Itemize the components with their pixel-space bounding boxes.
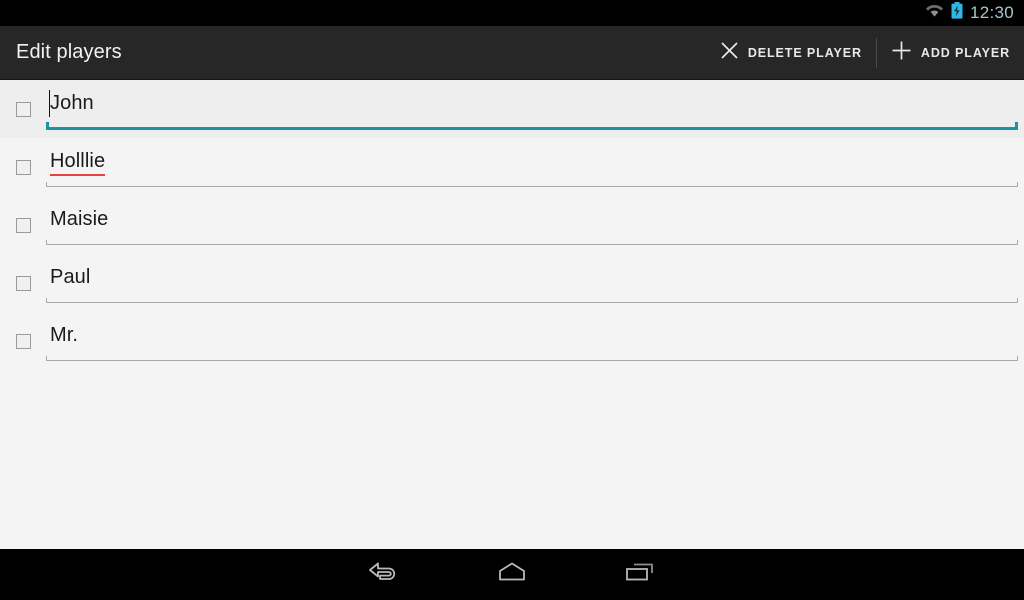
delete-player-label: DELETE PLAYER [747, 45, 862, 60]
underline-tick-right [1017, 356, 1018, 361]
player-name-input[interactable]: Mr. [46, 312, 1018, 370]
player-row[interactable]: Mr. [0, 312, 1024, 370]
home-icon [495, 560, 529, 589]
player-name-input[interactable]: Holllie [46, 138, 1018, 196]
status-icon-group: 12:30 [925, 2, 1014, 24]
checkbox-box [15, 101, 31, 117]
nav-recents-button[interactable] [598, 549, 682, 600]
player-name-value: John [50, 92, 94, 114]
underline-tick-right [1017, 298, 1018, 303]
checkbox-box [15, 159, 31, 175]
battery-charging-icon [951, 2, 963, 24]
underline-tick-right [1015, 122, 1018, 130]
player-select-checkbox[interactable] [0, 138, 46, 196]
page-title: Edit players [16, 41, 122, 63]
delete-player-button[interactable]: DELETE PLAYER [706, 26, 876, 80]
wifi-icon [925, 3, 944, 23]
player-name-value: Mr. [50, 324, 79, 346]
player-list: John Holllie Maisie Paul Mr. [0, 80, 1024, 549]
spellcheck-underline [50, 174, 105, 176]
underline-bar [46, 360, 1018, 361]
nav-back-button[interactable] [342, 549, 426, 600]
input-underline [46, 240, 1018, 245]
status-bar: 12:30 [0, 0, 1024, 26]
checkbox-box [15, 333, 31, 349]
android-tablet-screen: 12:30 Edit players DELETE PLAYER ADD PLA… [0, 0, 1024, 600]
player-row[interactable]: Maisie [0, 196, 1024, 254]
input-underline [46, 182, 1018, 187]
player-select-checkbox[interactable] [0, 80, 46, 138]
underline-bar [46, 244, 1018, 245]
underline-bar [46, 186, 1018, 187]
add-player-button[interactable]: ADD PLAYER [877, 26, 1024, 80]
plus-icon [891, 40, 912, 66]
nav-home-button[interactable] [470, 549, 554, 600]
player-select-checkbox[interactable] [0, 312, 46, 370]
player-name-input[interactable]: Maisie [46, 196, 1018, 254]
underline-bar [46, 302, 1018, 303]
navigation-bar [0, 549, 1024, 600]
underline-tick-right [1017, 182, 1018, 187]
player-name-value: Holllie [50, 150, 106, 172]
player-name-input[interactable]: Paul [46, 254, 1018, 312]
player-name-value: Paul [50, 266, 91, 288]
input-underline [46, 298, 1018, 303]
input-underline-focused [46, 122, 1018, 130]
player-row[interactable]: Paul [0, 254, 1024, 312]
add-player-label: ADD PLAYER [920, 45, 1010, 60]
status-clock: 12:30 [969, 3, 1014, 22]
underline-tick-right [1017, 240, 1018, 245]
player-select-checkbox[interactable] [0, 196, 46, 254]
player-select-checkbox[interactable] [0, 254, 46, 312]
player-row[interactable]: John [0, 80, 1024, 138]
back-arrow-icon [367, 560, 401, 589]
recents-icon [623, 560, 657, 589]
close-x-icon [720, 41, 739, 65]
underline-bar [46, 127, 1018, 130]
action-bar-items: DELETE PLAYER ADD PLAYER [706, 26, 1024, 80]
action-bar: Edit players DELETE PLAYER ADD PLAYER [0, 26, 1024, 80]
player-name-value: Maisie [50, 208, 109, 230]
input-underline [46, 356, 1018, 361]
checkbox-box [15, 275, 31, 291]
player-name-input[interactable]: John [46, 80, 1018, 138]
checkbox-box [15, 217, 31, 233]
player-row[interactable]: Holllie [0, 138, 1024, 196]
